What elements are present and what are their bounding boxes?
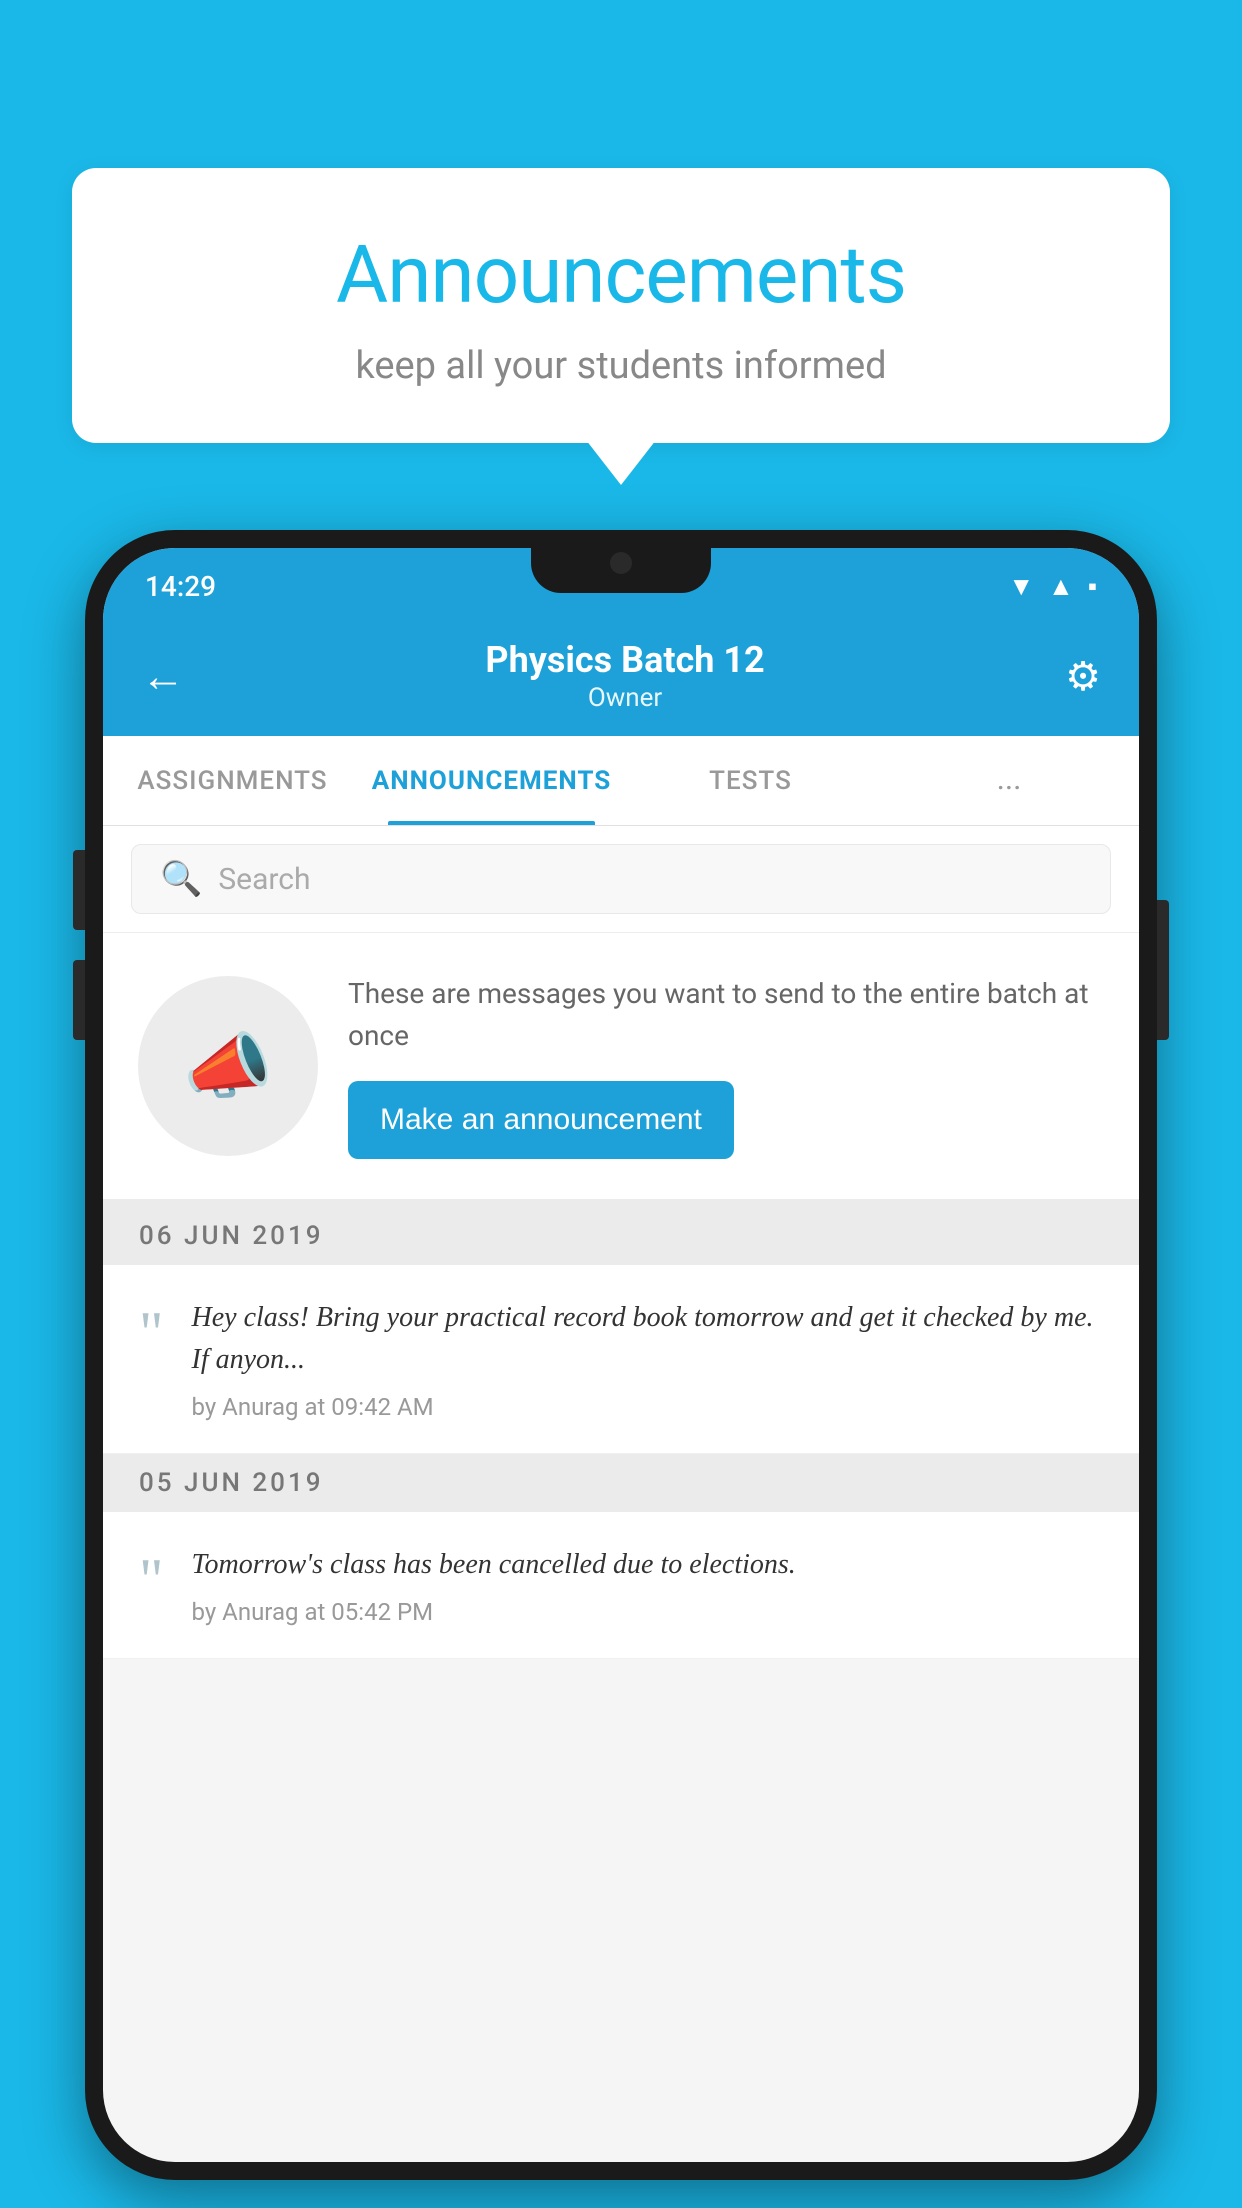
announcement-right: These are messages you want to send to t… <box>348 973 1104 1159</box>
announcement-icon-circle: 📣 <box>138 976 318 1156</box>
quote-icon-2: " <box>139 1550 164 1610</box>
bubble-title: Announcements <box>122 228 1120 322</box>
phone-frame: 14:29 ▼ ▲ ▪ ← Physics Batch 12 Owner ⚙ <box>85 530 1157 2180</box>
tab-announcements[interactable]: ANNOUNCEMENTS <box>362 736 621 825</box>
make-announcement-button[interactable]: Make an announcement <box>348 1081 734 1159</box>
phone-container: 14:29 ▼ ▲ ▪ ← Physics Batch 12 Owner ⚙ <box>85 530 1157 2208</box>
app-header: ← Physics Batch 12 Owner ⚙ <box>103 616 1139 736</box>
tabs-bar: ASSIGNMENTS ANNOUNCEMENTS TESTS ... <box>103 736 1139 826</box>
announcement-meta-2: by Anurag at 05:42 PM <box>192 1598 1104 1626</box>
search-bar[interactable]: 🔍 Search <box>131 844 1111 914</box>
announcement-text-2: Tomorrow's class has been cancelled due … <box>192 1544 1104 1586</box>
announcement-item-1[interactable]: " Hey class! Bring your practical record… <box>103 1265 1139 1454</box>
search-container: 🔍 Search <box>103 826 1139 933</box>
phone-button-right <box>1157 900 1169 1040</box>
search-placeholder: Search <box>218 862 310 897</box>
announcement-prompt: 📣 These are messages you want to send to… <box>103 933 1139 1207</box>
announcement-content-1: Hey class! Bring your practical record b… <box>192 1297 1104 1421</box>
phone-camera <box>610 552 632 574</box>
battery-icon: ▪ <box>1088 571 1097 602</box>
speech-bubble-card: Announcements keep all your students inf… <box>72 168 1170 443</box>
batch-subtitle: Owner <box>485 683 764 713</box>
signal-icon: ▲ <box>1048 571 1074 602</box>
phone-button-left2 <box>73 960 85 1040</box>
search-icon: 🔍 <box>160 859 202 899</box>
announcement-description: These are messages you want to send to t… <box>348 973 1104 1057</box>
tab-more[interactable]: ... <box>880 736 1139 825</box>
megaphone-icon: 📣 <box>183 1024 273 1109</box>
status-icons: ▼ ▲ ▪ <box>1008 571 1097 602</box>
announcement-item-2[interactable]: " Tomorrow's class has been cancelled du… <box>103 1512 1139 1659</box>
phone-screen: 14:29 ▼ ▲ ▪ ← Physics Batch 12 Owner ⚙ <box>103 548 1139 2162</box>
tab-tests[interactable]: TESTS <box>621 736 880 825</box>
date-divider-2: 05 JUN 2019 <box>103 1454 1139 1512</box>
announcement-meta-1: by Anurag at 09:42 AM <box>192 1393 1104 1421</box>
tab-assignments[interactable]: ASSIGNMENTS <box>103 736 362 825</box>
bubble-subtitle: keep all your students informed <box>122 344 1120 388</box>
back-button[interactable]: ← <box>141 650 185 702</box>
batch-title: Physics Batch 12 <box>485 639 764 681</box>
date-divider-1: 06 JUN 2019 <box>103 1207 1139 1265</box>
quote-icon-1: " <box>139 1303 164 1363</box>
phone-button-left1 <box>73 850 85 930</box>
announcement-text-1: Hey class! Bring your practical record b… <box>192 1297 1104 1381</box>
settings-icon[interactable]: ⚙ <box>1065 653 1101 700</box>
wifi-icon: ▼ <box>1008 571 1034 602</box>
header-title-section: Physics Batch 12 Owner <box>485 639 764 713</box>
announcement-content-2: Tomorrow's class has been cancelled due … <box>192 1544 1104 1626</box>
status-time: 14:29 <box>145 570 216 603</box>
